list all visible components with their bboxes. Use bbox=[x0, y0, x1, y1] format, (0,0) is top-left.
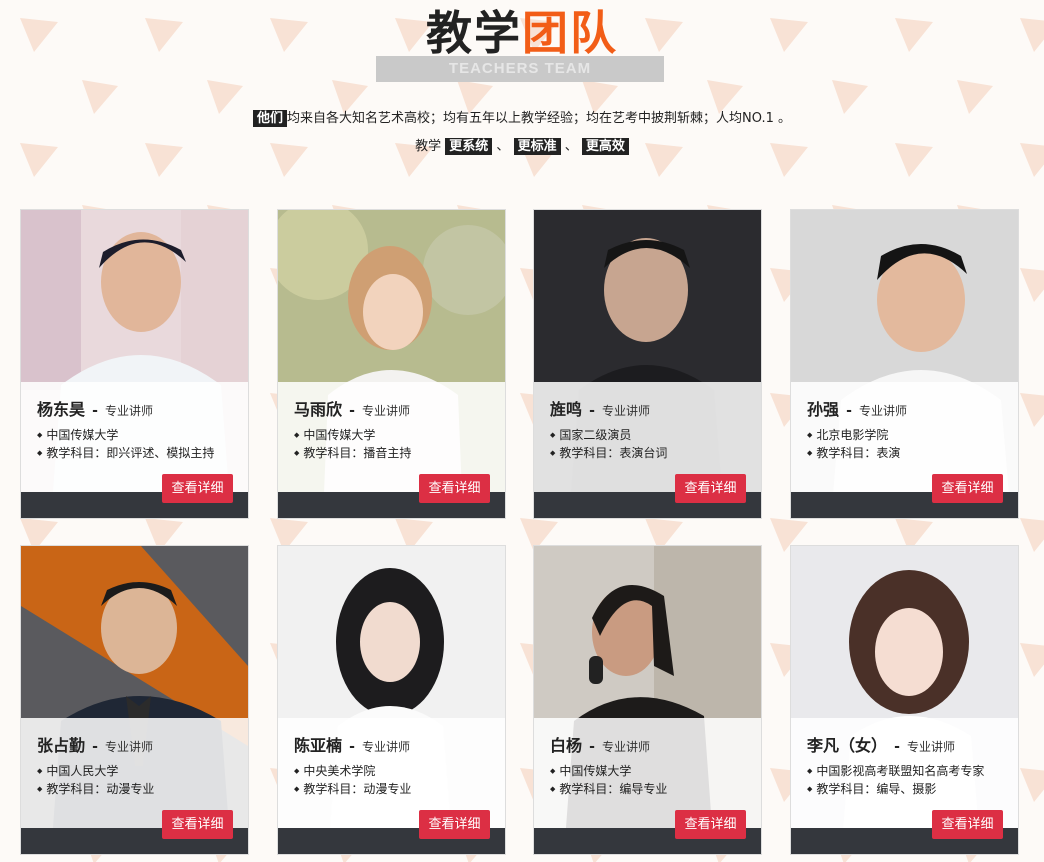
section-subtitle: TEACHERS TEAM bbox=[376, 56, 664, 82]
teacher-subject: 教学科目：编导专业 bbox=[550, 780, 667, 798]
teacher-name: 陈亚楠 bbox=[294, 736, 343, 755]
view-details-button[interactable]: 查看详细 bbox=[932, 810, 1003, 839]
teacher-name: 张占勤 bbox=[37, 736, 86, 755]
teacher-subject: 教学科目：播音主持 bbox=[294, 444, 411, 462]
view-details-button[interactable]: 查看详细 bbox=[675, 810, 746, 839]
teacher-subject: 教学科目：表演台词 bbox=[550, 444, 667, 462]
teacher-name: 孙强 bbox=[807, 400, 840, 419]
teacher-role: 专业讲师 bbox=[602, 740, 651, 754]
teacher-school: 北京电影学院 bbox=[807, 426, 900, 444]
teacher-school: 中国传媒大学 bbox=[294, 426, 411, 444]
view-details-button[interactable]: 查看详细 bbox=[932, 474, 1003, 503]
teacher-role: 专业讲师 bbox=[105, 404, 154, 418]
intro-tag: 更标准 bbox=[513, 138, 561, 155]
teacher-card: 杨东昊 - 专业讲师 中国传媒大学 教学科目：即兴评述、模拟主持 查看详细 bbox=[20, 209, 249, 519]
teacher-card: 李凡（女） - 专业讲师 中国影视高考联盟知名高考专家 教学科目：编导、摄影 查… bbox=[790, 545, 1019, 855]
teacher-role: 专业讲师 bbox=[105, 740, 154, 754]
intro-highlight: 他们 bbox=[253, 110, 288, 127]
teacher-subject: 教学科目：动漫专业 bbox=[37, 780, 154, 798]
intro-line-1: 他们 均来自各大知名艺术高校；均有五年以上教学经验；均在艺考中披荆斩棘；人均NO.… bbox=[0, 108, 1044, 130]
teacher-name: 马雨欣 bbox=[294, 400, 343, 419]
teacher-role: 专业讲师 bbox=[362, 740, 411, 754]
teacher-card: 旌鸣 - 专业讲师 国家二级演员 教学科目：表演台词 查看详细 bbox=[533, 209, 762, 519]
teacher-subject: 教学科目：动漫专业 bbox=[294, 780, 411, 798]
intro-text: 均来自各大知名艺术高校；均有五年以上教学经验；均在艺考中披荆斩棘；人均NO.1 … bbox=[287, 111, 791, 126]
view-details-button[interactable]: 查看详细 bbox=[675, 474, 746, 503]
intro-prefix: 教学 bbox=[415, 139, 442, 154]
view-details-button[interactable]: 查看详细 bbox=[162, 810, 233, 839]
view-details-button[interactable]: 查看详细 bbox=[419, 810, 490, 839]
teacher-school: 中央美术学院 bbox=[294, 762, 411, 780]
view-details-button[interactable]: 查看详细 bbox=[162, 474, 233, 503]
teacher-name: 白杨 bbox=[550, 736, 583, 755]
teacher-card: 张占勤 - 专业讲师 中国人民大学 教学科目：动漫专业 查看详细 bbox=[20, 545, 249, 855]
teacher-role: 专业讲师 bbox=[362, 404, 411, 418]
intro-tag: 更系统 bbox=[445, 138, 493, 155]
title-part2: 团队 bbox=[522, 6, 618, 60]
teacher-subject: 教学科目：表演 bbox=[807, 444, 900, 462]
intro-separator: 、 bbox=[496, 139, 510, 154]
teacher-school: 国家二级演员 bbox=[550, 426, 667, 444]
teacher-card: 孙强 - 专业讲师 北京电影学院 教学科目：表演 查看详细 bbox=[790, 209, 1019, 519]
teacher-school: 中国传媒大学 bbox=[550, 762, 667, 780]
intro-line-2: 教学 更系统 、 更标准 、 更高效 bbox=[0, 136, 1044, 158]
view-details-button[interactable]: 查看详细 bbox=[419, 474, 490, 503]
teacher-school: 中国传媒大学 bbox=[37, 426, 214, 444]
teacher-role: 专业讲师 bbox=[602, 404, 651, 418]
section-title: 教学团队 bbox=[0, 4, 1044, 62]
teacher-role: 专业讲师 bbox=[859, 404, 908, 418]
teacher-card: 陈亚楠 - 专业讲师 中央美术学院 教学科目：动漫专业 查看详细 bbox=[277, 545, 506, 855]
teacher-card: 马雨欣 - 专业讲师 中国传媒大学 教学科目：播音主持 查看详细 bbox=[277, 209, 506, 519]
teacher-card: 白杨 - 专业讲师 中国传媒大学 教学科目：编导专业 查看详细 bbox=[533, 545, 762, 855]
teacher-school: 中国影视高考联盟知名高考专家 bbox=[807, 762, 984, 780]
teacher-role: 专业讲师 bbox=[907, 740, 956, 754]
teacher-name: 杨东昊 bbox=[37, 400, 86, 419]
teacher-subject: 教学科目：即兴评述、模拟主持 bbox=[37, 444, 214, 462]
teacher-school: 中国人民大学 bbox=[37, 762, 154, 780]
teacher-subject: 教学科目：编导、摄影 bbox=[807, 780, 984, 798]
title-part1: 教学 bbox=[426, 6, 522, 60]
intro-tag: 更高效 bbox=[581, 138, 629, 155]
intro-separator: 、 bbox=[564, 139, 578, 154]
teacher-name: 旌鸣 bbox=[550, 400, 583, 419]
teacher-name: 李凡（女） bbox=[807, 736, 888, 755]
